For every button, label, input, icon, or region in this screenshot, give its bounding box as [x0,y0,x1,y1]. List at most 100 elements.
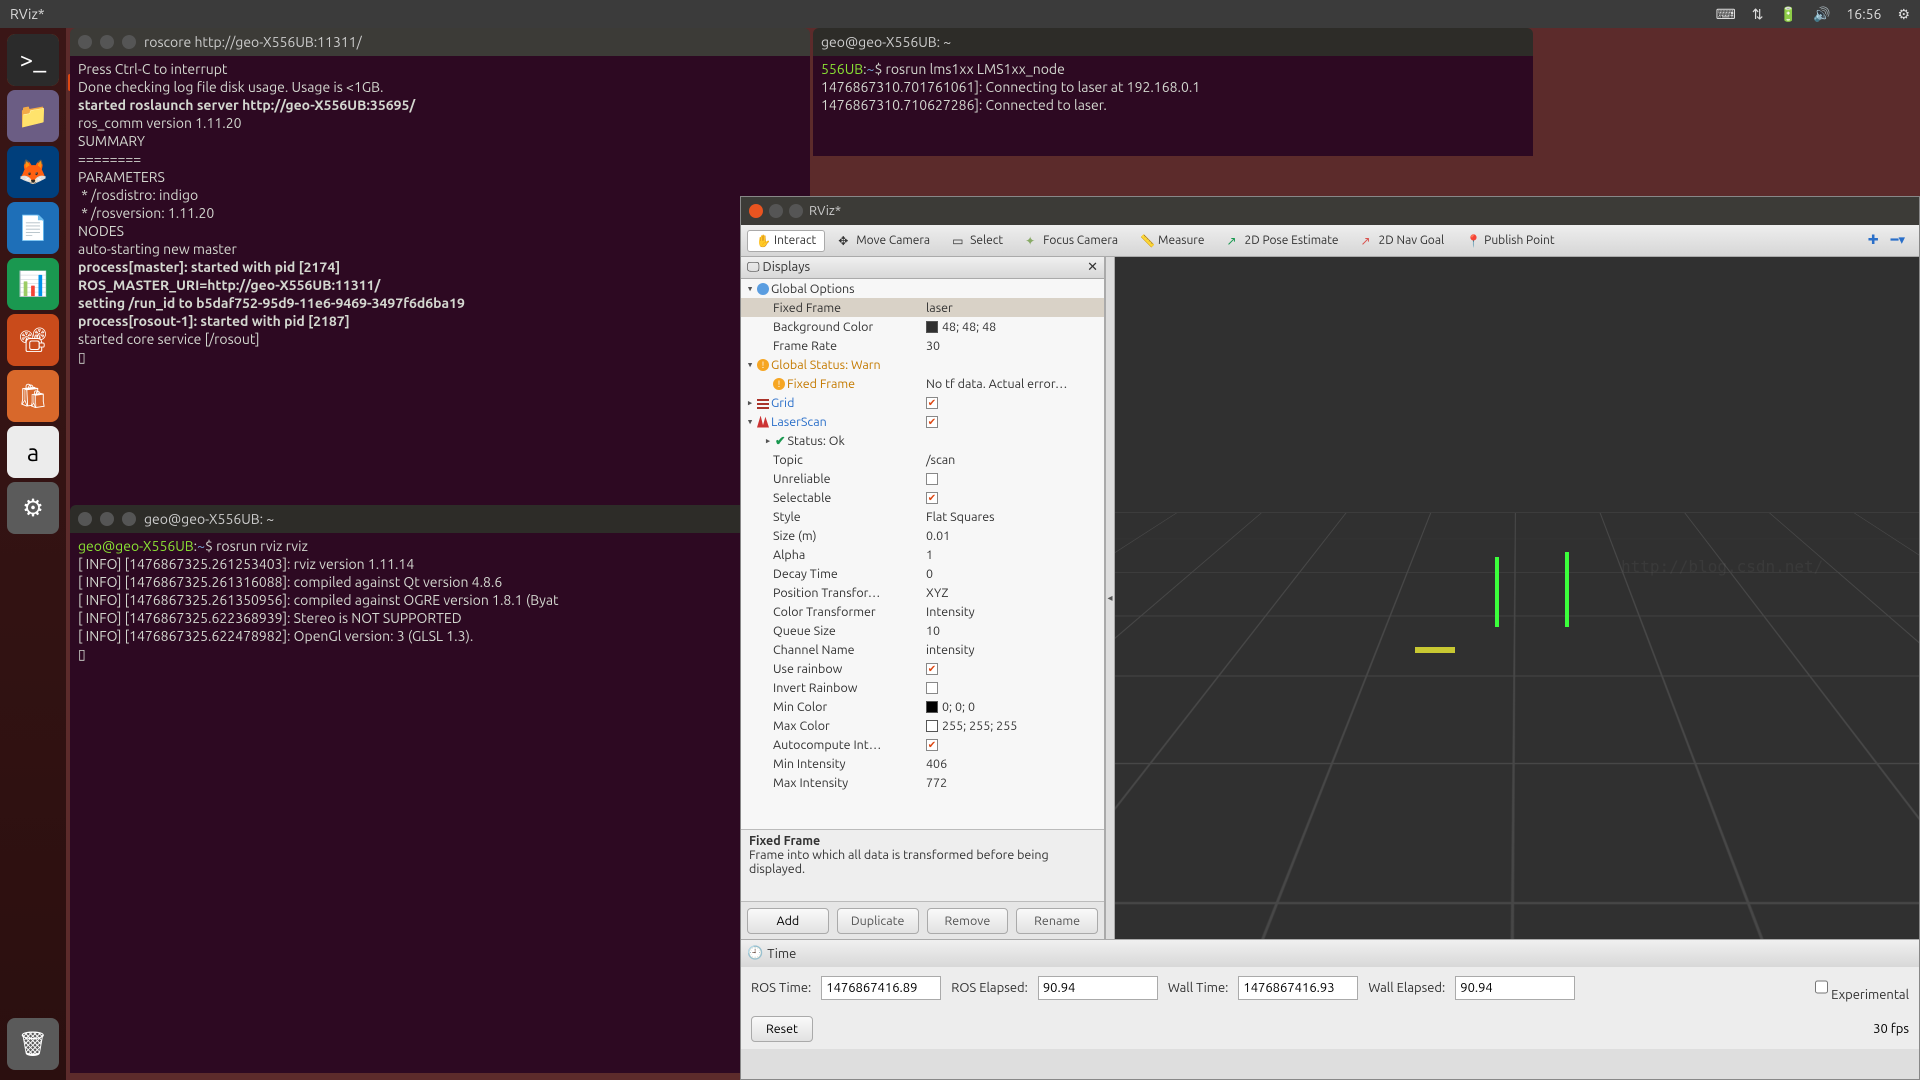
clock[interactable]: 16:56 [1846,6,1881,22]
prop-value[interactable]: Flat Squares [926,510,1104,524]
checkbox[interactable] [926,682,938,694]
prop-value[interactable]: 0; 0; 0 [942,700,975,714]
wall-elapsed-input[interactable] [1455,976,1575,1000]
settings-icon[interactable]: ⚙ [7,482,59,534]
tree-item[interactable]: Global Options [771,282,855,296]
prop-value[interactable]: 1 [926,548,1104,562]
prop-key[interactable]: Style [773,510,801,524]
terminal-titlebar[interactable]: roscore http://geo-X556UB:11311/ [70,28,810,56]
prop-key[interactable]: Background Color [773,320,873,334]
wall-time-input[interactable] [1238,976,1358,1000]
remove-button[interactable]: Remove [927,908,1009,934]
prop-key[interactable]: Fixed Frame [773,301,841,315]
duplicate-button[interactable]: Duplicate [837,908,919,934]
plus-icon[interactable]: ✚ [1868,233,1879,248]
prop-key[interactable]: Use rainbow [773,662,842,676]
prop-key[interactable]: Frame Rate [773,339,837,353]
maximize-icon[interactable] [789,204,803,218]
prop-key[interactable]: Alpha [773,548,805,562]
checkbox[interactable] [926,473,938,485]
checkbox[interactable]: ✔ [926,739,938,751]
prop-key[interactable]: Topic [773,453,803,467]
checkbox[interactable]: ✔ [926,492,938,504]
focus-camera-button[interactable]: ✦Focus Camera [1016,230,1127,252]
prop-value[interactable]: Intensity [926,605,1104,619]
color-swatch[interactable] [926,321,938,333]
prop-value[interactable]: /scan [926,453,1104,467]
tree-item[interactable]: Status: Ok [787,434,844,448]
add-button[interactable]: Add [747,908,829,934]
prop-value[interactable]: 0 [926,567,1104,581]
minus-icon[interactable]: ━▾ [1891,233,1905,248]
reset-button[interactable]: Reset [751,1016,813,1042]
maximize-icon[interactable] [122,512,136,526]
prop-key[interactable]: Position Transfor… [773,586,880,600]
prop-key[interactable]: Channel Name [773,643,855,657]
battery-icon[interactable]: 🔋 [1780,6,1797,23]
volume-icon[interactable]: 🔊 [1813,6,1830,23]
prop-key[interactable]: Min Intensity [773,757,846,771]
maximize-icon[interactable] [122,35,136,49]
prop-key[interactable]: Invert Rainbow [773,681,857,695]
prop-key[interactable]: Color Transformer [773,605,876,619]
select-button[interactable]: ▭Select [943,230,1012,252]
prop-key[interactable]: Min Color [773,700,827,714]
prop-key[interactable]: Max Color [773,719,830,733]
prop-value[interactable]: 406 [926,757,1104,771]
rename-button[interactable]: Rename [1016,908,1098,934]
checkbox[interactable]: ✔ [926,416,938,428]
terminal-body[interactable]: Press Ctrl-C to interruptDone checking l… [70,56,810,516]
measure-button[interactable]: 📏Measure [1131,230,1213,252]
collapse-handle[interactable]: ◂ [1105,257,1115,939]
checkbox[interactable]: ✔ [926,397,938,409]
firefox-icon[interactable]: 🦊 [7,146,59,198]
terminal-lms1xx[interactable]: geo@geo-X556UB: ~ 556UB:~$ rosrun lms1xx… [813,28,1533,156]
terminal-titlebar[interactable]: geo@geo-X556UB: ~ [813,28,1533,56]
prop-key[interactable]: Queue Size [773,624,836,638]
trash-icon[interactable]: 🗑 [7,1018,59,1070]
close-icon[interactable] [78,512,92,526]
writer-icon[interactable]: 📄 [7,202,59,254]
terminal-roscore[interactable]: roscore http://geo-X556UB:11311/ Press C… [70,28,810,516]
color-swatch[interactable] [926,720,938,732]
impress-icon[interactable]: 📽 [7,314,59,366]
close-icon[interactable] [78,35,92,49]
rviz-titlebar[interactable]: RViz* [741,197,1919,225]
display-tree[interactable]: ▾Global Options Fixed Framelaser Backgro… [741,279,1104,829]
panel-close-icon[interactable]: ✕ [1087,260,1098,275]
move-camera-button[interactable]: ✥Move Camera [829,230,939,252]
prop-value[interactable]: 255; 255; 255 [942,719,1017,733]
experimental-checkbox[interactable]: Experimental [1815,975,1909,1002]
tree-item[interactable]: LaserScan [771,415,827,429]
prop-key[interactable]: Fixed Frame [787,377,855,391]
terminal-titlebar[interactable]: geo@geo-X556UB: ~ [70,505,810,533]
terminal-body[interactable]: geo@geo-X556UB:~$ rosrun rviz rviz[ INFO… [70,533,810,1073]
prop-value[interactable]: intensity [926,643,1104,657]
ros-time-input[interactable] [821,976,941,1000]
prop-value[interactable]: XYZ [926,586,1104,600]
minimize-icon[interactable] [769,204,783,218]
color-swatch[interactable] [926,701,938,713]
prop-value[interactable]: 772 [926,776,1104,790]
terminal-body[interactable]: 556UB:~$ rosrun lms1xx LMS1xx_node147686… [813,56,1533,156]
prop-key[interactable]: Max Intensity [773,776,848,790]
prop-value[interactable]: 10 [926,624,1104,638]
files-icon[interactable]: 📁 [7,90,59,142]
keyboard-icon[interactable]: ⌨ [1716,6,1736,23]
time-panel-header[interactable]: 🕘 Time [741,939,1919,967]
nav-goal-button[interactable]: ↗2D Nav Goal [1352,230,1454,252]
prop-value[interactable]: 0.01 [926,529,1104,543]
prop-key[interactable]: Unreliable [773,472,831,486]
network-icon[interactable]: ⇅ [1752,6,1764,23]
prop-key[interactable]: Autocompute Int… [773,738,881,752]
software-center-icon[interactable]: 🛍 [7,370,59,422]
terminal-icon[interactable]: >_ [7,34,59,86]
interact-button[interactable]: ✋Interact [747,230,825,252]
publish-point-button[interactable]: 📍Publish Point [1457,230,1563,252]
panel-header[interactable]: 🖵 Displays ✕ [741,257,1104,279]
prop-value[interactable]: laser [926,301,1104,315]
minimize-icon[interactable] [100,512,114,526]
ros-elapsed-input[interactable] [1038,976,1158,1000]
calc-icon[interactable]: 📊 [7,258,59,310]
checkbox[interactable]: ✔ [926,663,938,675]
